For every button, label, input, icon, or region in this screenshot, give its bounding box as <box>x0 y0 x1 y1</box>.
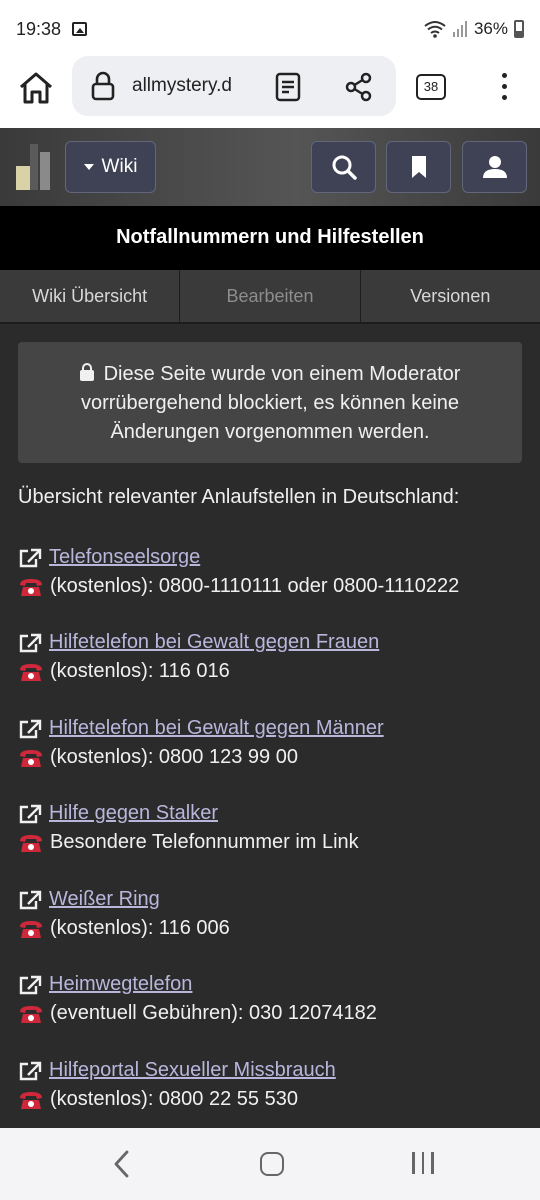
address-bar[interactable]: allmystery.d <box>72 56 396 116</box>
list-item: Heimwegtelefon (eventuell Gebühren): 030… <box>18 970 528 1028</box>
telephone-icon <box>20 749 42 767</box>
bookmark-button[interactable] <box>386 141 451 193</box>
entry-detail: Besondere Telefonnummer im Link <box>50 831 359 853</box>
status-bar: 19:38 36% <box>0 0 540 56</box>
external-link-icon <box>19 548 42 567</box>
entry-link[interactable]: Hilfe gegen Stalker <box>49 799 218 828</box>
external-link-icon <box>19 1061 42 1080</box>
external-link-icon <box>19 719 42 738</box>
wiki-menu-button[interactable]: Wiki <box>65 141 156 193</box>
entry-link[interactable]: Weißer Ring <box>49 885 160 914</box>
external-link-icon <box>19 633 42 652</box>
more-icon[interactable] <box>494 70 514 104</box>
entry-link[interactable]: Hilfetelefon bei Gewalt gegen Frauen <box>49 628 379 657</box>
status-time: 19:38 <box>16 19 62 39</box>
recent-apps-icon[interactable] <box>412 1152 434 1174</box>
search-icon <box>332 155 357 180</box>
external-link-icon <box>19 975 42 994</box>
browser-toolbar: allmystery.d 38 <box>0 56 540 128</box>
notice-line-2: vorrübergehend blockiert, es können kein… <box>80 392 460 414</box>
back-icon[interactable] <box>112 1150 132 1178</box>
entry-link[interactable]: Hilfetelefon bei Gewalt gegen Männer <box>49 714 384 743</box>
url-text[interactable]: allmystery.d <box>132 75 252 97</box>
telephone-icon <box>20 663 42 681</box>
signal-icon <box>452 21 467 37</box>
user-button[interactable] <box>462 141 527 193</box>
blocked-notice: Diese Seite wurde von einem Moderator vo… <box>18 342 522 463</box>
lock-icon <box>79 363 94 381</box>
home-icon[interactable] <box>16 68 56 108</box>
wiki-tabs: Wiki Übersicht Bearbeiten Versionen <box>0 270 540 324</box>
home-icon[interactable] <box>260 1152 284 1176</box>
entry-detail: (kostenlos): 0800 123 99 00 <box>50 746 298 768</box>
site-header: Wiki <box>0 128 540 206</box>
notice-line-1: Diese Seite wurde von einem Moderator <box>18 360 522 389</box>
list-item: Weißer Ring (kostenlos): 116 006 <box>18 885 528 943</box>
entry-link[interactable]: Heimwegtelefon <box>49 970 192 999</box>
list-item: Telefonseelsorge (kostenlos): 0800-11101… <box>18 543 528 601</box>
notice-line-3: Änderungen vorgenommen werden. <box>110 421 430 443</box>
caret-down-icon <box>83 164 94 170</box>
entry-detail: (kostenlos): 116 006 <box>50 917 230 939</box>
bookmark-icon <box>411 156 426 178</box>
list-item: Hilfetelefon bei Gewalt gegen Frauen (ko… <box>18 628 528 686</box>
share-icon[interactable] <box>344 72 374 102</box>
user-icon <box>482 156 507 178</box>
entry-link[interactable]: Telefonseelsorge <box>49 543 200 572</box>
image-icon <box>72 22 87 36</box>
external-link-icon <box>19 804 42 823</box>
search-button[interactable] <box>311 141 376 193</box>
entry-detail: (eventuell Gebühren): 030 12074182 <box>50 1002 377 1024</box>
battery-icon <box>514 20 524 38</box>
entry-detail: (kostenlos): 0800-1110111 oder 0800-1110… <box>50 575 460 597</box>
wiki-menu-label: Wiki <box>101 156 138 177</box>
tab-wiki-overview[interactable]: Wiki Übersicht <box>0 270 181 322</box>
status-right: 36% <box>424 19 524 39</box>
telephone-icon <box>20 920 42 938</box>
entry-link[interactable]: Hilfeportal Sexueller Missbrauch <box>49 1056 336 1085</box>
page-title: Notfallnummern und Hilfestellen <box>0 206 540 270</box>
intro-text: Übersicht relevanter Anlaufstellen in De… <box>18 486 460 508</box>
wifi-icon <box>424 21 446 38</box>
site-logo[interactable] <box>16 144 50 190</box>
telephone-icon <box>20 1091 42 1109</box>
tab-versions[interactable]: Versionen <box>361 270 540 322</box>
tabs-icon[interactable]: 38 <box>416 74 446 100</box>
list-item: Hilfeportal Sexueller Missbrauch (kosten… <box>18 1056 528 1114</box>
entry-detail: (kostenlos): 0800 22 55 530 <box>50 1088 298 1110</box>
external-link-icon <box>19 890 42 909</box>
list-item: Hilfetelefon bei Gewalt gegen Männer (ko… <box>18 714 528 772</box>
system-nav-bar <box>0 1128 540 1200</box>
telephone-icon <box>20 1005 42 1023</box>
list-item: Hilfe gegen Stalker Besondere Telefonnum… <box>18 799 528 857</box>
telephone-icon <box>20 834 42 852</box>
battery-percent: 36% <box>473 19 508 38</box>
lock-icon[interactable] <box>90 71 116 101</box>
telephone-icon <box>20 578 42 596</box>
reader-mode-icon[interactable] <box>274 72 302 102</box>
entry-detail: (kostenlos): 116 016 <box>50 660 230 682</box>
tab-edit: Bearbeiten <box>180 270 361 322</box>
